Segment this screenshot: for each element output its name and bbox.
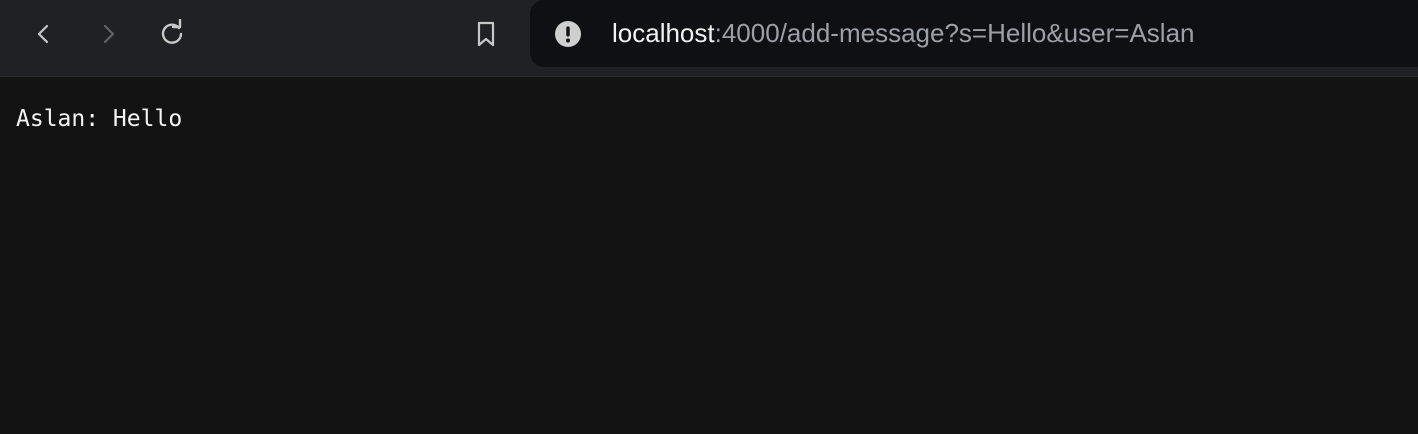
- url-path: :4000/add-message?s=Hello&user=Aslan: [714, 18, 1195, 48]
- reload-button[interactable]: [152, 14, 192, 54]
- info-warning-icon: [555, 21, 581, 47]
- page-content: Aslan: Hello: [0, 78, 1418, 434]
- back-button[interactable]: [24, 14, 64, 54]
- reload-icon: [161, 19, 183, 44]
- chevron-right-icon: [103, 24, 115, 44]
- browser-toolbar: localhost:4000/add-message?s=Hello&user=…: [0, 0, 1418, 77]
- bookmark-button[interactable]: [466, 14, 506, 54]
- site-info-button[interactable]: [554, 20, 582, 48]
- message-text: Aslan: Hello: [16, 106, 183, 132]
- address-bar[interactable]: localhost:4000/add-message?s=Hello&user=…: [530, 0, 1418, 67]
- url-host: localhost: [612, 18, 715, 48]
- bookmark-icon: [477, 21, 495, 47]
- chevron-left-icon: [37, 24, 49, 44]
- url-text[interactable]: localhost:4000/add-message?s=Hello&user=…: [612, 16, 1194, 50]
- forward-button[interactable]: [88, 14, 128, 54]
